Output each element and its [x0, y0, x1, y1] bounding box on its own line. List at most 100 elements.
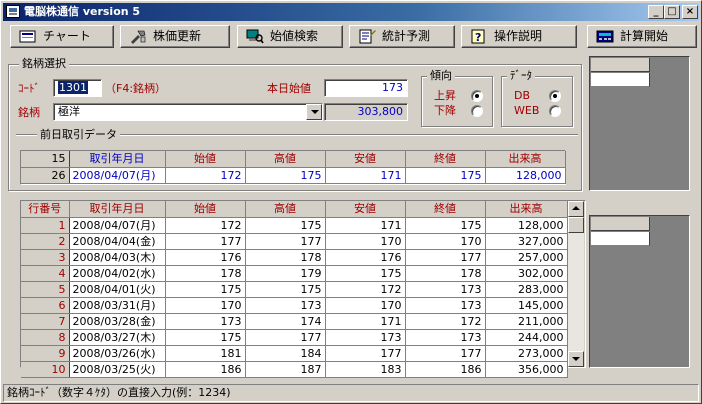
history-cell-date[interactable]: 2008/03/26(水) — [69, 345, 166, 362]
history-cell-low[interactable]: 176 — [325, 249, 406, 266]
history-cell-low[interactable]: 170 — [325, 233, 406, 250]
history-cell-volume[interactable]: 283,000 — [485, 281, 568, 298]
history-cell-high[interactable]: 177 — [245, 329, 326, 346]
history-row-number[interactable]: 6 — [21, 297, 70, 314]
history-cell-high[interactable]: 178 — [245, 249, 326, 266]
history-cell-high[interactable]: 173 — [245, 297, 326, 314]
history-cell-close[interactable]: 170 — [405, 233, 486, 250]
history-cell-date[interactable]: 2008/04/02(水) — [69, 265, 166, 282]
history-row-number[interactable]: 3 — [21, 249, 70, 266]
history-cell-high[interactable]: 174 — [245, 313, 326, 330]
prev-day-volume[interactable]: 128,000 — [485, 167, 566, 184]
history-cell-open[interactable]: 175 — [165, 329, 246, 346]
history-cell-open[interactable]: 170 — [165, 297, 246, 314]
history-cell-high[interactable]: 187 — [245, 361, 326, 378]
price-update-button[interactable]: 株価更新 — [120, 25, 230, 48]
history-row-number[interactable]: 7 — [21, 313, 70, 330]
prev-day-high[interactable]: 175 — [245, 167, 326, 184]
prev-day-row[interactable]: 26 2008/04/07(月) 172 175 171 175 128,000 — [21, 167, 566, 184]
prev-day-date[interactable]: 2008/04/07(月) — [69, 167, 166, 184]
history-row[interactable]: 8 2008/03/27(木) 175 177 173 173 244,000 — [21, 329, 568, 346]
history-cell-volume[interactable]: 257,000 — [485, 249, 568, 266]
history-cell-volume[interactable]: 356,000 — [485, 361, 568, 378]
side-panel-top-cell[interactable] — [591, 73, 650, 87]
history-cell-high[interactable]: 177 — [245, 233, 326, 250]
scroll-up-button[interactable] — [568, 201, 584, 217]
today-open-input[interactable]: 173 — [324, 79, 408, 97]
maximize-button[interactable]: □ — [664, 5, 680, 19]
history-cell-high[interactable]: 179 — [245, 265, 326, 282]
chart-button[interactable]: チャート — [10, 25, 114, 48]
open-search-button[interactable]: 始値検索 — [237, 25, 343, 48]
history-cell-high[interactable]: 184 — [245, 345, 326, 362]
history-row-number[interactable]: 5 — [21, 281, 70, 298]
history-cell-date[interactable]: 2008/04/01(火) — [69, 281, 166, 298]
history-cell-date[interactable]: 2008/04/04(金) — [69, 233, 166, 250]
history-cell-low[interactable]: 183 — [325, 361, 406, 378]
history-cell-volume[interactable]: 128,000 — [485, 217, 568, 234]
history-row[interactable]: 2 2008/04/04(金) 177 177 170 170 327,000 — [21, 233, 568, 250]
history-cell-date[interactable]: 2008/04/03(木) — [69, 249, 166, 266]
close-button[interactable]: × — [682, 5, 698, 19]
title-bar[interactable]: 電脳株通信 version 5 _ □ × — [3, 3, 699, 21]
prev-day-close[interactable]: 175 — [405, 167, 486, 184]
history-cell-date[interactable]: 2008/03/31(月) — [69, 297, 166, 314]
history-cell-open[interactable]: 176 — [165, 249, 246, 266]
history-cell-open[interactable]: 177 — [165, 233, 246, 250]
history-cell-open[interactable]: 178 — [165, 265, 246, 282]
history-row[interactable]: 10 2008/03/25(火) 186 187 183 186 356,000 — [21, 361, 568, 378]
history-cell-high[interactable]: 175 — [245, 281, 326, 298]
history-cell-open[interactable]: 175 — [165, 281, 246, 298]
history-cell-low[interactable]: 170 — [325, 297, 406, 314]
history-cell-low[interactable]: 172 — [325, 281, 406, 298]
history-row[interactable]: 9 2008/03/26(水) 181 184 177 177 273,000 — [21, 345, 568, 362]
trend-up-radio[interactable] — [471, 90, 483, 102]
history-cell-low[interactable]: 171 — [325, 217, 406, 234]
history-cell-close[interactable]: 172 — [405, 313, 486, 330]
history-cell-high[interactable]: 175 — [245, 217, 326, 234]
minimize-button[interactable]: _ — [648, 5, 664, 19]
history-cell-volume[interactable]: 327,000 — [485, 233, 568, 250]
db-radio[interactable] — [549, 90, 561, 102]
history-cell-close[interactable]: 178 — [405, 265, 486, 282]
history-cell-close[interactable]: 173 — [405, 297, 486, 314]
history-cell-low[interactable]: 171 — [325, 313, 406, 330]
history-row-number[interactable]: 9 — [21, 345, 70, 362]
stat-forecast-button[interactable]: 統計予測 — [349, 25, 455, 48]
history-cell-open[interactable]: 186 — [165, 361, 246, 378]
history-cell-low[interactable]: 177 — [325, 345, 406, 362]
history-cell-date[interactable]: 2008/03/25(火) — [69, 361, 166, 378]
history-cell-open[interactable]: 172 — [165, 217, 246, 234]
history-cell-volume[interactable]: 273,000 — [485, 345, 568, 362]
history-row[interactable]: 5 2008/04/01(火) 175 175 172 173 283,000 — [21, 281, 568, 298]
history-cell-volume[interactable]: 211,000 — [485, 313, 568, 330]
history-row-number[interactable]: 2 — [21, 233, 70, 250]
history-cell-date[interactable]: 2008/03/27(木) — [69, 329, 166, 346]
history-row-number[interactable]: 8 — [21, 329, 70, 346]
history-row[interactable]: 3 2008/04/03(木) 176 178 176 177 257,000 — [21, 249, 568, 266]
history-cell-low[interactable]: 175 — [325, 265, 406, 282]
side-panel-bottom-cell[interactable] — [591, 232, 650, 246]
history-scrollbar[interactable] — [568, 201, 584, 367]
stock-name-dropdown-button[interactable] — [306, 104, 322, 120]
history-cell-close[interactable]: 186 — [405, 361, 486, 378]
history-row[interactable]: 7 2008/03/28(金) 173 174 171 172 211,000 — [21, 313, 568, 330]
history-cell-volume[interactable]: 145,000 — [485, 297, 568, 314]
history-row[interactable]: 6 2008/03/31(月) 170 173 170 173 145,000 — [21, 297, 568, 314]
history-cell-date[interactable]: 2008/03/28(金) — [69, 313, 166, 330]
history-cell-date[interactable]: 2008/04/07(月) — [69, 217, 166, 234]
history-cell-volume[interactable]: 244,000 — [485, 329, 568, 346]
code-input[interactable]: 1301 — [53, 79, 102, 97]
history-cell-open[interactable]: 181 — [165, 345, 246, 362]
history-cell-close[interactable]: 173 — [405, 281, 486, 298]
history-row-number[interactable]: 10 — [21, 361, 70, 378]
scroll-thumb[interactable] — [568, 217, 584, 233]
stock-name-select[interactable]: 極洋 — [53, 103, 323, 121]
history-cell-open[interactable]: 173 — [165, 313, 246, 330]
prev-day-low[interactable]: 171 — [325, 167, 406, 184]
history-cell-close[interactable]: 173 — [405, 329, 486, 346]
history-cell-volume[interactable]: 302,000 — [485, 265, 568, 282]
history-cell-close[interactable]: 177 — [405, 345, 486, 362]
manual-button[interactable]: ? 操作説明 — [461, 25, 577, 48]
history-cell-close[interactable]: 175 — [405, 217, 486, 234]
